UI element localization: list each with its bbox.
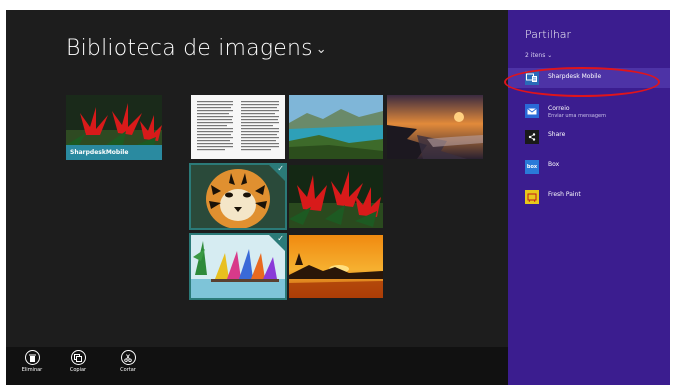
windows-app: Biblioteca de imagens⌄ SharpdeskMobile [6,10,670,385]
photo-tile-tiger[interactable]: ✓ [189,163,287,230]
share-target-fresh-paint[interactable]: Fresh Paint [525,190,665,210]
share-target-box[interactable]: box Box [525,160,665,180]
photo-tile-document[interactable] [191,95,285,159]
folder-tile-sharpdeskmobile[interactable]: SharpdeskMobile [66,95,162,160]
box-icon-text: box [526,164,538,170]
checkmark-icon: ✓ [277,235,284,243]
document-thumbnail [191,95,285,159]
trash-icon [24,350,40,365]
cut-button[interactable]: Cortar [116,350,140,373]
delete-button[interactable]: Eliminar [20,350,44,373]
photo-tile-lake[interactable] [289,95,383,159]
photo-library-view: Biblioteca de imagens⌄ SharpdeskMobile [6,10,508,385]
photo-tile-sunset[interactable] [289,235,383,298]
selected-check-indicator: ✓ [269,235,285,251]
photo-tile-coast[interactable] [387,95,483,159]
share-pane: Partilhar 2 itens ⌄ Sharpdesk Mobile Cor… [504,10,670,385]
flowers-thumbnail-large [289,165,383,228]
photo-tile-flowers[interactable] [289,165,383,228]
page-title[interactable]: Biblioteca de imagens ⌄ [66,36,327,61]
mail-icon [525,104,539,118]
copy-icon [70,350,86,365]
share-target-name: Correio [548,105,570,112]
delete-label: Eliminar [21,367,43,373]
cut-label: Cortar [120,367,136,373]
lake-thumbnail [289,95,383,159]
box-icon: box [525,160,539,174]
folder-label: SharpdeskMobile [66,145,162,160]
app-bar: Eliminar Copiar Cortar [6,347,508,385]
share-target-name: Box [548,161,560,168]
share-target-mail[interactable]: Correio Enviar uma mensagem [525,104,665,124]
sharpdesk-icon [525,71,539,85]
copy-label: Copiar [69,367,87,373]
share-target-share[interactable]: Share [525,130,665,150]
scissors-icon [120,350,136,365]
photo-tile-sailboats[interactable]: ✓ [189,233,287,300]
share-target-name: Fresh Paint [548,191,581,198]
share-target-sharpdesk-mobile[interactable]: Sharpdesk Mobile [504,67,670,97]
share-title: Partilhar [525,28,572,41]
sunset-thumbnail [289,235,383,298]
chevron-down-icon[interactable]: ⌄ [316,42,327,57]
share-app-icon [525,130,539,144]
fresh-paint-icon [525,190,539,204]
checkmark-icon: ✓ [277,165,284,173]
copy-button[interactable]: Copiar [66,350,90,373]
coast-thumbnail [387,95,483,159]
share-target-name: Sharpdesk Mobile [548,73,602,80]
selected-check-indicator: ✓ [269,165,285,181]
share-target-subtitle: Enviar uma mensagem [548,113,606,119]
share-target-name: Share [548,131,566,138]
page-title-text: Biblioteca de imagens [66,36,313,61]
items-count-dropdown[interactable]: 2 itens ⌄ [525,52,552,59]
